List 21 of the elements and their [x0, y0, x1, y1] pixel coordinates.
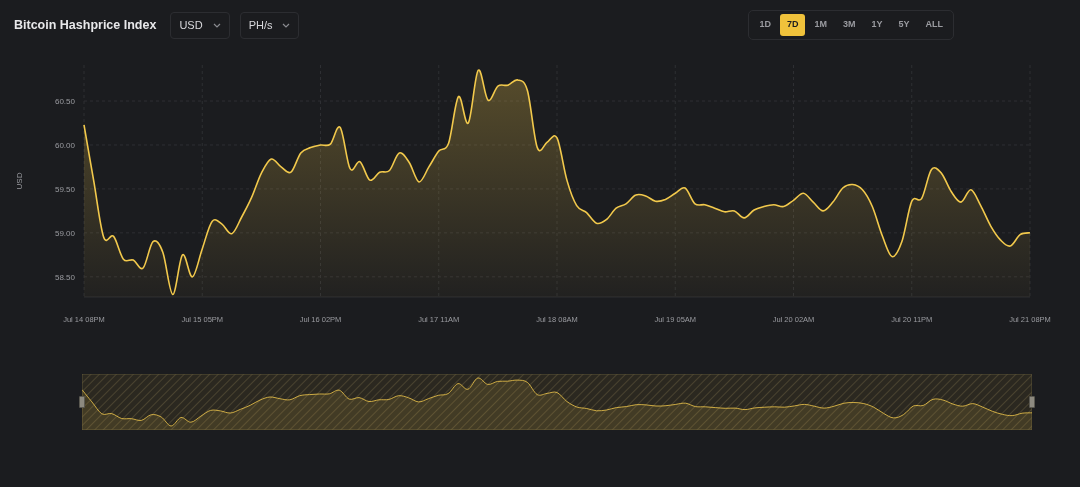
- y-tick-label: 58.50: [54, 272, 75, 282]
- y-tick-label: 60.00: [54, 140, 75, 150]
- unit-dropdown[interactable]: PH/s: [239, 11, 300, 39]
- chevron-down-icon: [282, 22, 291, 28]
- chevron-down-icon: [212, 22, 221, 28]
- y-tick-label: 59.50: [54, 184, 75, 194]
- range-tab[interactable]: 1D: [752, 14, 778, 36]
- navigator-handle[interactable]: [79, 396, 85, 408]
- range-tab[interactable]: ALL: [918, 14, 950, 36]
- y-axis-title: USD: [15, 172, 24, 190]
- range-tab[interactable]: 5Y: [891, 14, 917, 36]
- navigator-handle[interactable]: [1029, 396, 1035, 408]
- navigator-chart[interactable]: [82, 374, 1032, 430]
- range-tab[interactable]: 3M: [835, 14, 863, 36]
- range-tab[interactable]: 1M: [807, 14, 834, 36]
- range-tab[interactable]: 1Y: [864, 14, 890, 36]
- unit-dropdown[interactable]: USD: [170, 11, 230, 39]
- y-tick-label: 60.50: [54, 97, 75, 107]
- chart-title: Bitcoin Hashprice Index: [14, 16, 157, 34]
- range-tab[interactable]: 7D: [779, 14, 806, 36]
- y-tick-label: 59.00: [54, 228, 75, 238]
